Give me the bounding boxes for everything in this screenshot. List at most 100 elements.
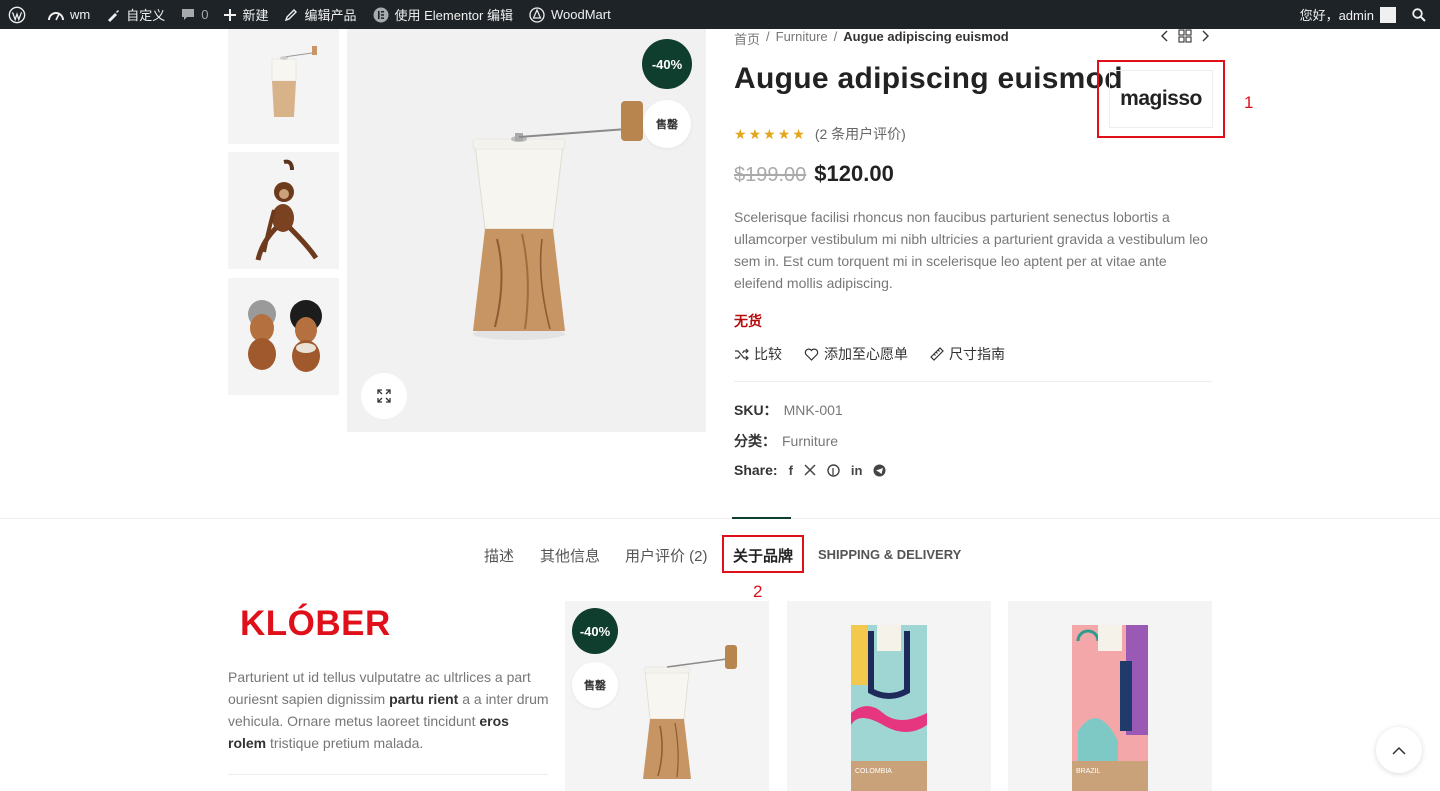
admin-bar-site[interactable]: wm	[40, 0, 98, 29]
size-guide-button[interactable]: 尺寸指南	[930, 344, 1005, 364]
facebook-icon[interactable]: f	[789, 463, 793, 478]
category-row: 分类： Furniture	[734, 431, 838, 451]
star-icon: ★	[763, 126, 776, 142]
brush-icon	[108, 9, 120, 22]
old-price: $199.00	[734, 164, 807, 186]
product-card-grinder[interactable]: -40% 售罄	[565, 601, 769, 791]
admin-bar-account[interactable]: 您好，admin	[1292, 0, 1404, 29]
edit-product-label: 编辑产品	[304, 8, 357, 23]
woodmart-icon	[529, 6, 545, 23]
discount-badge: -40%	[572, 608, 618, 654]
customize-label: 自定义	[126, 8, 166, 23]
review-count-link[interactable]: (2 条用户评价)	[815, 124, 906, 144]
wishlist-button[interactable]: 添加至心愿单	[804, 344, 908, 364]
compare-button[interactable]: 比较	[734, 344, 782, 364]
tab-additional-info[interactable]: 其他信息	[540, 545, 600, 566]
greeting: 您好，admin	[1299, 8, 1374, 23]
scroll-to-top-button[interactable]	[1376, 727, 1422, 773]
dashboard-icon	[48, 11, 64, 20]
admin-bar: wm 自定义 0 新建 编辑产品 使用 Elementor 编辑 WoodMar…	[0, 0, 1440, 29]
admin-bar-elementor[interactable]: 使用 Elementor 编辑	[365, 0, 521, 29]
brand-desc-bold: partu rient	[389, 691, 459, 707]
heart-icon	[804, 348, 819, 361]
brand-logo-text: magisso	[1120, 87, 1202, 110]
new-label: 新建	[242, 8, 269, 23]
breadcrumb-separator: /	[766, 29, 770, 44]
x-icon[interactable]	[804, 464, 816, 476]
elementor-icon	[373, 7, 388, 22]
plus-icon	[224, 8, 237, 21]
divider	[734, 381, 1212, 382]
expand-icon	[377, 389, 391, 403]
comment-icon	[182, 9, 195, 20]
tabs-divider	[0, 518, 1440, 519]
sku-row: SKU： MNK-001	[734, 400, 843, 420]
pencil-icon	[285, 8, 298, 21]
main-product-image[interactable]: -40% 售罄	[347, 29, 706, 432]
grid-icon[interactable]	[1178, 29, 1192, 43]
grinder-image	[472, 101, 643, 340]
product-price: $199.00 $120.00	[734, 161, 894, 187]
prev-product-icon[interactable]	[1160, 29, 1170, 43]
card-label: BRAZIL	[1076, 768, 1101, 775]
zoom-button[interactable]	[361, 373, 407, 419]
star-icon: ★	[777, 126, 791, 142]
brand-desc-text: tristique pretium malada.	[266, 735, 424, 751]
sold-out-badge: 售罄	[572, 662, 618, 708]
product-rating: ★ ★ ★ ★ ★ (2 条用户评价)	[734, 124, 906, 144]
ruler-icon	[930, 347, 944, 361]
telegram-icon[interactable]	[873, 464, 886, 477]
linkedin-icon[interactable]: in	[851, 463, 863, 478]
breadcrumb: 首页 / Furniture / Augue adipiscing euismo…	[734, 29, 1009, 48]
category-link[interactable]: Furniture	[782, 433, 838, 449]
site-name: wm	[70, 7, 91, 22]
discount-badge: -40%	[642, 39, 692, 89]
search-icon	[1412, 7, 1426, 22]
breadcrumb-category[interactable]: Furniture	[776, 29, 828, 48]
star-icon: ★	[734, 126, 747, 142]
stock-status: 无货	[734, 313, 762, 329]
star-icon: ★	[792, 126, 805, 142]
divider	[228, 774, 548, 775]
tab-reviews[interactable]: 用户评价 (2)	[625, 545, 708, 566]
chevron-up-icon	[1392, 746, 1406, 755]
admin-bar-comments[interactable]: 0	[173, 0, 216, 29]
category-label: 分类：	[734, 433, 776, 449]
pinterest-icon[interactable]	[827, 463, 840, 477]
active-tab-indicator	[732, 517, 791, 519]
brand-tab-logo: KLÓBER	[240, 604, 391, 643]
brand-description: Parturient ut id tellus vulputatre ac ul…	[228, 666, 550, 754]
product-card-brazil[interactable]: BRAZIL	[1008, 601, 1212, 791]
admin-bar-edit-product[interactable]: 编辑产品	[276, 0, 364, 29]
next-product-icon[interactable]	[1200, 29, 1210, 43]
annotation-1: 1	[1244, 93, 1254, 112]
size-guide-label: 尺寸指南	[949, 346, 1005, 362]
tab-shipping[interactable]: SHIPPING & DELIVERY	[818, 547, 961, 562]
product-navigation	[1160, 29, 1210, 43]
product-title: Augue adipiscing euismod	[734, 62, 1123, 95]
admin-bar-customize[interactable]: 自定义	[98, 0, 173, 29]
breadcrumb-separator: /	[833, 29, 838, 44]
thumbnail-monkey[interactable]	[228, 152, 339, 269]
share-row: Share: f in	[734, 462, 886, 478]
admin-bar-search[interactable]	[1404, 0, 1440, 29]
thumbnail-grinder[interactable]	[228, 29, 339, 144]
brand-logo-highlight: magisso	[1097, 60, 1225, 138]
short-description: Scelerisque facilisi rhoncus non faucibu…	[734, 209, 1208, 291]
comments-count: 0	[201, 7, 209, 22]
woodmart-label: WoodMart	[550, 7, 611, 22]
coffee-bag-image: COLOMBIA	[851, 625, 927, 791]
wordpress-logo-icon[interactable]	[0, 0, 40, 29]
breadcrumb-home[interactable]: 首页	[734, 29, 760, 48]
current-price: $120.00	[814, 161, 894, 186]
tab-description[interactable]: 描述	[484, 545, 514, 566]
sold-out-badge: 售罄	[643, 100, 691, 148]
breadcrumb-current: Augue adipiscing euismod	[843, 29, 1009, 44]
thumbnail-figurines[interactable]	[228, 278, 339, 395]
sku-value: MNK-001	[783, 402, 843, 418]
brand-logo[interactable]: magisso	[1109, 70, 1213, 128]
compare-label: 比较	[754, 346, 782, 362]
admin-bar-new[interactable]: 新建	[216, 0, 276, 29]
product-card-colombia[interactable]: COLOMBIA	[787, 601, 991, 791]
admin-bar-woodmart[interactable]: WoodMart	[521, 0, 619, 29]
